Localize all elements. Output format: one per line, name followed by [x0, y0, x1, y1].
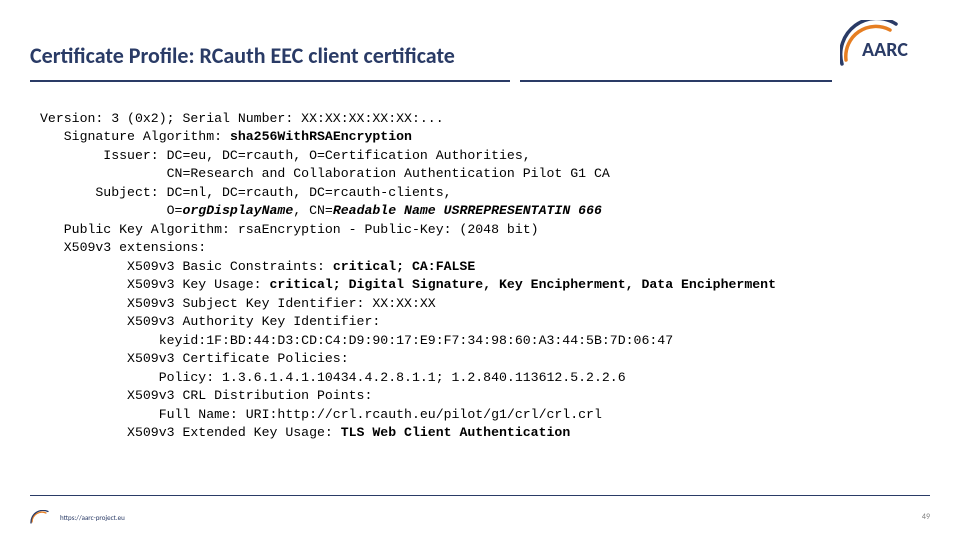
cert-ski: XX:XX:XX	[372, 296, 435, 311]
cert-serial: XX:XX:XX:XX:XX:...	[301, 111, 443, 126]
cert-line: X509v3 Authority Key Identifier:	[40, 314, 380, 329]
cert-line: keyid:1F:BD:44:D3:CD:C4:D9:90:17:E9:F7:3…	[40, 333, 673, 348]
cert-line: Full Name: URI:http://crl.rcauth.eu/pilo…	[40, 407, 602, 422]
cert-line: X509v3 Extended Key Usage:	[40, 425, 341, 440]
cert-line: O=	[40, 203, 182, 218]
cert-cn: Readable Name USRREPRESENTATIN 666	[333, 203, 602, 218]
cert-line: X509v3 Subject Key Identifier:	[40, 296, 372, 311]
title-underline-left	[30, 80, 510, 82]
slide-title: Certificate Profile: RCauth EEC client c…	[30, 42, 455, 69]
slide: Certificate Profile: RCauth EEC client c…	[0, 0, 960, 540]
cert-line: Version: 3 (0x2); Serial Number:	[40, 111, 301, 126]
cert-org: orgDisplayName	[182, 203, 293, 218]
certificate-block: Version: 3 (0x2); Serial Number: XX:XX:X…	[40, 110, 940, 443]
cert-basic-constraints: critical; CA:FALSE	[333, 259, 475, 274]
footer-aarc-logo-icon	[30, 510, 52, 524]
cert-eku: TLS Web Client Authentication	[341, 425, 571, 440]
cert-key-usage: critical; Digital Signature, Key Enciphe…	[270, 277, 776, 292]
footer-url: https://aarc-project.eu	[60, 513, 125, 522]
cert-line: Subject: DC=nl, DC=rcauth, DC=rcauth-cli…	[40, 185, 452, 200]
cert-line: X509v3 Certificate Policies:	[40, 351, 349, 366]
title-underline-right	[520, 80, 832, 82]
cert-sig-alg: sha256WithRSAEncryption	[230, 129, 412, 144]
cert-line: X509v3 CRL Distribution Points:	[40, 388, 372, 403]
footer-divider	[30, 495, 930, 496]
cert-line: Policy: 1.3.6.1.4.1.10434.4.2.8.1.1; 1.2…	[40, 370, 626, 385]
cert-line: Public Key Algorithm: rsaEncryption - Pu…	[40, 222, 539, 237]
logo-text: AARC	[862, 38, 908, 62]
page-number: 49	[922, 512, 930, 522]
cert-line: X509v3 Key Usage:	[40, 277, 270, 292]
cert-line: , CN=	[293, 203, 333, 218]
cert-line: CN=Research and Collaboration Authentica…	[40, 166, 610, 181]
cert-line: X509v3 Basic Constraints:	[40, 259, 333, 274]
cert-line: X509v3 extensions:	[40, 240, 206, 255]
aarc-logo: AARC	[840, 20, 935, 70]
cert-line: Signature Algorithm:	[40, 129, 230, 144]
cert-line: Issuer: DC=eu, DC=rcauth, O=Certificatio…	[40, 148, 531, 163]
